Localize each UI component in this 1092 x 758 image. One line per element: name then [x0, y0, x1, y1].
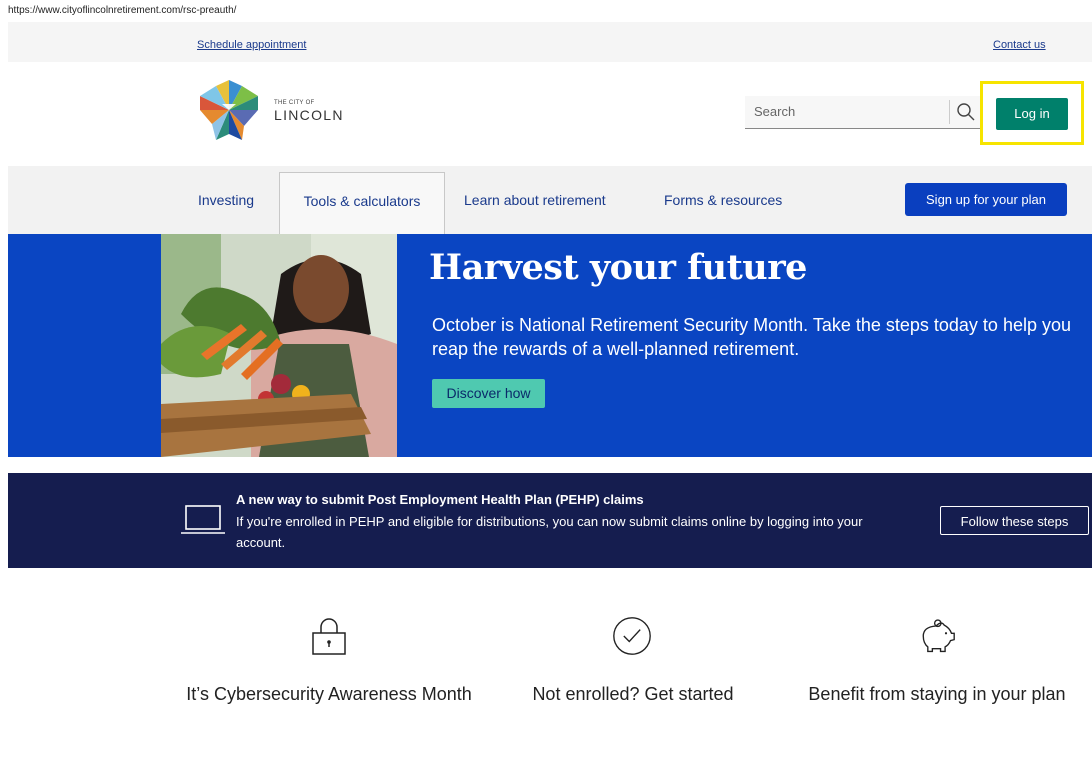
contact-us-link[interactable]: Contact us	[993, 39, 1046, 51]
discover-how-button[interactable]: Discover how	[432, 379, 545, 408]
main-nav: Investing Tools & calculators Learn abou…	[8, 166, 1092, 234]
sign-up-button[interactable]: Sign up for your plan	[905, 183, 1067, 216]
login-button[interactable]: Log in	[996, 98, 1068, 130]
banner-title: A new way to submit Post Employment Heal…	[236, 492, 644, 507]
browser-url-bar[interactable]: https://www.cityoflincolnretirement.com/…	[0, 0, 1092, 22]
schedule-appointment-link[interactable]: Schedule appointment	[197, 39, 306, 51]
hero-text: October is National Retirement Security …	[432, 315, 1071, 359]
hero-photo-woman-with-vegetables	[161, 234, 397, 457]
feature-get-started-link[interactable]: Not enrolled? Get started	[483, 682, 783, 706]
nav-learn-about-retirement[interactable]: Learn about retirement	[464, 166, 606, 234]
hero-title: Harvest your future	[429, 247, 807, 288]
nav-tools-calculators[interactable]: Tools & calculators	[279, 172, 445, 234]
logo-text-small: THE CITY OF	[274, 100, 315, 106]
search-box	[745, 96, 981, 129]
lock-icon[interactable]	[309, 616, 349, 656]
features-row: It’s Cybersecurity Awareness Month Not e…	[8, 568, 1092, 758]
feature-cybersecurity-link[interactable]: It’s Cybersecurity Awareness Month	[179, 682, 479, 706]
pehp-banner: A new way to submit Post Employment Heal…	[8, 473, 1092, 568]
logo-text-lincoln: LINCOLN	[274, 107, 344, 123]
utility-bar: Schedule appointment Contact us	[8, 22, 1092, 62]
search-icon[interactable]	[955, 101, 977, 123]
piggy-bank-icon[interactable]	[916, 616, 956, 656]
search-divider	[949, 100, 950, 124]
nav-investing[interactable]: Investing	[198, 166, 254, 234]
nav-forms-resources[interactable]: Forms & resources	[664, 166, 782, 234]
banner-text: If you're enrolled in PEHP and eligible …	[236, 514, 863, 550]
follow-these-steps-button[interactable]: Follow these steps	[940, 506, 1089, 535]
search-input[interactable]	[745, 96, 945, 127]
site-header: THE CITY OF LINCOLN Log in	[8, 62, 1092, 166]
check-circle-icon[interactable]	[612, 616, 652, 656]
city-logo-icon[interactable]	[198, 78, 260, 142]
page: Schedule appointment Contact us THE CITY…	[8, 22, 1092, 758]
feature-staying-in-plan-link[interactable]: Benefit from staying in your plan	[787, 682, 1087, 706]
hero-banner: Harvest your future October is National …	[8, 234, 1092, 457]
laptop-icon	[181, 505, 225, 534]
